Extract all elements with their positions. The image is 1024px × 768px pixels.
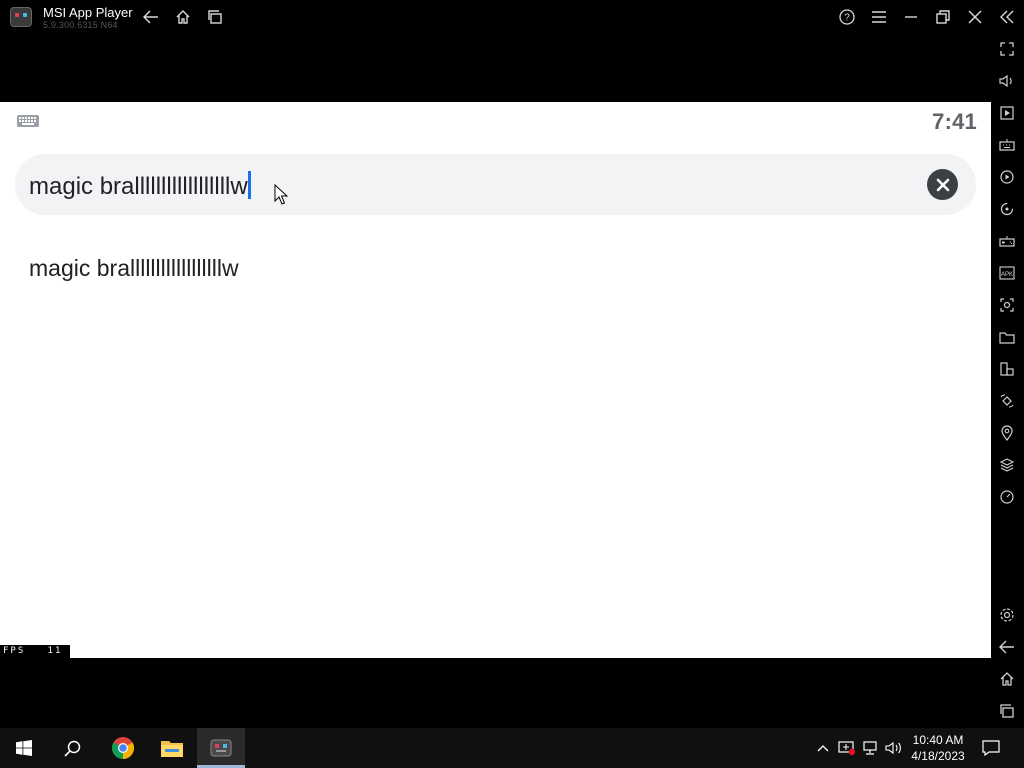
android-screen: 7:41 magic brallllllllllllllllllw magic …	[0, 102, 991, 658]
home-icon[interactable]	[173, 7, 193, 27]
keyboard-icon[interactable]	[16, 114, 40, 128]
collapse-sidebar-icon[interactable]	[997, 7, 1017, 27]
volume-icon[interactable]	[997, 71, 1017, 91]
restore-icon[interactable]	[933, 7, 953, 27]
recent-apps-icon[interactable]	[205, 7, 225, 27]
minimize-icon[interactable]	[901, 7, 921, 27]
app-title: MSI App Player	[43, 5, 133, 20]
layers-icon[interactable]	[997, 455, 1017, 475]
fps-counter: FPS 11	[0, 645, 70, 658]
app-version: 5.9.300.6315 N64	[43, 20, 118, 30]
eco-mode-icon[interactable]	[997, 487, 1017, 507]
close-circle-icon	[936, 178, 949, 191]
android-home-icon[interactable]	[997, 669, 1017, 689]
back-icon[interactable]	[141, 7, 161, 27]
gamepad-icon[interactable]	[997, 231, 1017, 251]
security-alert-icon[interactable]	[837, 738, 857, 758]
android-recents-icon[interactable]	[997, 701, 1017, 721]
svg-text:?: ?	[844, 13, 850, 24]
network-icon[interactable]	[861, 738, 881, 758]
file-explorer-icon[interactable]	[148, 728, 196, 768]
msi-app-player-logo-icon	[10, 7, 32, 27]
chrome-icon[interactable]	[99, 728, 147, 768]
system-time: 10:40 AM	[912, 733, 964, 747]
windows-taskbar: 10:40 AM 4/18/2023	[0, 728, 1024, 768]
title-bar: MSI App Player 5.9.300.6315 N64 ?	[0, 0, 1014, 34]
search-icon[interactable]	[48, 728, 96, 768]
windows-start-icon[interactable]	[0, 728, 48, 768]
speaker-icon[interactable]	[884, 738, 904, 758]
screenshot-icon[interactable]	[997, 295, 1017, 315]
system-clock[interactable]: 10:40 AM 4/18/2023	[905, 732, 971, 764]
folder-icon[interactable]	[997, 327, 1017, 347]
fullscreen-icon[interactable]	[997, 39, 1017, 59]
svg-text:APK: APK	[1001, 272, 1013, 278]
show-hidden-icons-icon[interactable]	[813, 738, 833, 758]
search-input-value: magic brallllllllllllllllllw	[29, 173, 248, 200]
msi-app-player-icon[interactable]	[197, 728, 245, 768]
search-suggestion[interactable]: magic brallllllllllllllllllw	[29, 255, 239, 282]
help-icon[interactable]: ?	[837, 7, 857, 27]
search-bar[interactable]: magic brallllllllllllllllllw	[15, 154, 976, 215]
search-input[interactable]: magic brallllllllllllllllllw	[29, 171, 251, 201]
install-apk-icon[interactable]: APK	[997, 263, 1017, 283]
android-back-icon[interactable]	[997, 637, 1017, 657]
macro-icon[interactable]	[997, 167, 1017, 187]
clear-search-button[interactable]	[927, 169, 958, 200]
close-icon[interactable]	[965, 7, 985, 27]
keyboard-controls-icon[interactable]	[997, 135, 1017, 155]
fps-label: FPS	[3, 646, 26, 656]
location-icon[interactable]	[997, 423, 1017, 443]
notifications-icon[interactable]	[981, 738, 1001, 758]
status-clock: 7:41	[932, 109, 977, 134]
fps-value: 11	[47, 646, 63, 656]
system-date: 4/18/2023	[911, 749, 965, 763]
settings-icon[interactable]	[997, 605, 1017, 625]
menu-icon[interactable]	[869, 7, 889, 27]
sync-icon[interactable]	[997, 199, 1017, 219]
text-caret	[247, 171, 251, 199]
rotate-icon[interactable]	[997, 391, 1017, 411]
media-manager-icon[interactable]	[997, 103, 1017, 123]
mouse-pointer-icon	[274, 183, 289, 211]
multi-instance-icon[interactable]	[997, 359, 1017, 379]
